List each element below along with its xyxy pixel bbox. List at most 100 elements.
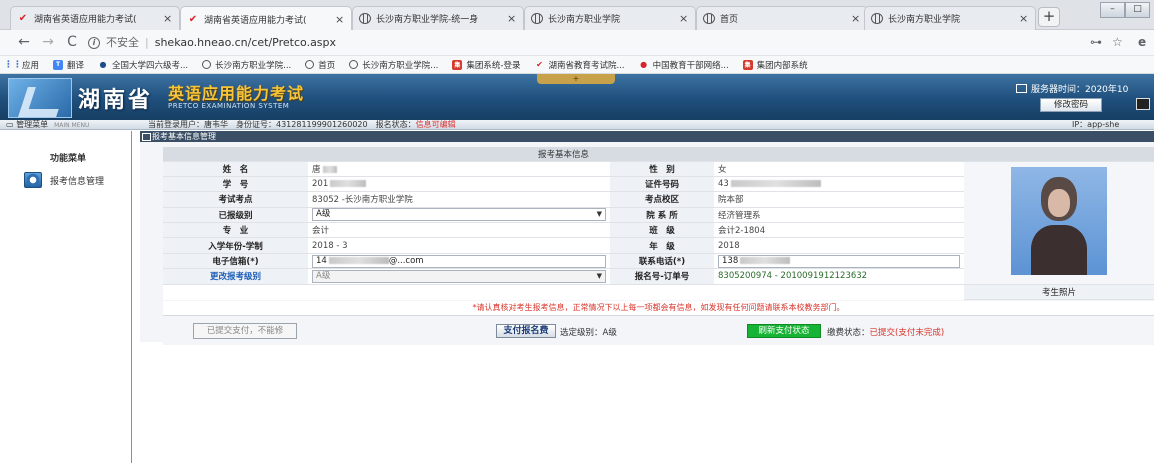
- exam-site-label: 考试考点: [163, 191, 308, 208]
- globe-icon: [359, 13, 371, 24]
- bookmark-item[interactable]: 集集团内部系统: [742, 59, 808, 71]
- current-user-info: 当前登录用户：唐韦华 身份证号：431281199901260020 报名状态：…: [148, 120, 456, 130]
- globe-icon: [871, 13, 883, 24]
- globe-icon: [531, 13, 543, 24]
- change-password-button[interactable]: 修改密码: [1040, 98, 1102, 112]
- close-icon[interactable]: ×: [679, 12, 689, 25]
- bookmark-item[interactable]: 长沙南方职业学院...: [202, 59, 291, 71]
- reload-icon[interactable]: C: [64, 34, 80, 50]
- bookmark-translate[interactable]: T 翻译: [53, 59, 84, 71]
- gender-value: 女: [714, 161, 965, 177]
- email-tail: @...com: [388, 255, 424, 266]
- close-icon[interactable]: ×: [163, 12, 173, 25]
- major-value: 会计: [308, 222, 610, 239]
- management-menu-label: ▭ 管理菜单 MAIN MENU: [6, 120, 90, 129]
- registered-level-select[interactable]: A级 ▼: [312, 208, 606, 222]
- globe-icon: [703, 13, 715, 24]
- id-no-text: 43: [718, 179, 729, 190]
- email-field[interactable]: 14 @...com: [312, 254, 606, 268]
- payment-status: 缴费状态：已提交(支付未完成): [827, 326, 944, 338]
- email-cell: 14 @...com: [308, 253, 610, 270]
- hunan-exam-favicon-icon: ✔: [188, 13, 198, 25]
- gear-icon: [24, 172, 42, 188]
- browser-tab[interactable]: 长沙南方职业学院 ×: [524, 6, 696, 30]
- info-icon[interactable]: i: [88, 37, 100, 49]
- key-icon[interactable]: ⊶: [1090, 35, 1102, 49]
- refresh-payment-status-button[interactable]: 刷新支付状态: [747, 324, 821, 338]
- bookmark-cet[interactable]: ● 全国大学四六级考...: [98, 59, 189, 71]
- close-icon[interactable]: ×: [507, 12, 517, 25]
- address-bar[interactable]: i 不安全 | shekao.hneao.cn/cet/Pretco.aspx: [88, 33, 1088, 53]
- change-level-value: A级: [316, 270, 331, 281]
- redacted-mask: [328, 256, 389, 264]
- enroll-year-value: 2018 - 3: [308, 237, 610, 254]
- group-system-icon: 集: [742, 59, 753, 70]
- payment-status-value: 已提交(支付未完成): [869, 328, 945, 338]
- extension-icon[interactable]: e: [1138, 35, 1146, 49]
- banner-toggle-handle[interactable]: +: [537, 74, 615, 84]
- payment-actions: 已提交支付，不能修 支付报名费 选定级别：A级 刷新支付状态 缴费状态：已提交(…: [163, 315, 1154, 345]
- apps-grid-icon: ⋮⋮: [4, 59, 22, 70]
- change-level-label: 更改报考级别: [163, 268, 308, 285]
- bookmark-label: 全国大学四六级考...: [112, 60, 189, 71]
- registration-status: 信息可编辑: [415, 120, 456, 129]
- province-title: 湖南省: [78, 88, 154, 113]
- selected-level-text: 选定级别：A级: [560, 328, 617, 338]
- student-no-value: 201: [308, 176, 610, 193]
- student-photo: [1011, 167, 1108, 276]
- server-time: 服务器时间：2020年10: [1016, 82, 1128, 95]
- bookmark-label: 集团系统-登录: [466, 60, 521, 71]
- close-icon[interactable]: ×: [851, 12, 861, 25]
- tab-title: 湖南省英语应用能力考试(: [204, 15, 307, 26]
- close-icon[interactable]: ×: [335, 13, 345, 26]
- pay-fee-button[interactable]: 支付报名费: [496, 324, 556, 338]
- bookmark-label: 应用: [22, 60, 40, 71]
- menu-item-registration[interactable]: 报考信息管理: [24, 172, 104, 188]
- student-no-text: 201: [312, 179, 329, 190]
- phone-label: 联系电话(*): [610, 253, 714, 270]
- registered-level-cell: A级 ▼: [308, 207, 610, 224]
- maximize-icon[interactable]: □: [1125, 2, 1150, 18]
- bookmark-item[interactable]: 首页: [305, 59, 335, 71]
- grade-value: 2018: [714, 237, 965, 254]
- bookmark-label: 湖南省教育考试院...: [548, 60, 625, 71]
- tab-title: 湖南省英语应用能力考试(: [34, 15, 137, 25]
- close-icon[interactable]: ×: [1019, 12, 1029, 25]
- major-label: 专 业: [163, 222, 308, 239]
- new-tab-plus-icon[interactable]: +: [1038, 7, 1060, 27]
- hunan-exam-favicon-icon: ✔: [18, 13, 28, 24]
- registered-level-label: 已报级别: [163, 207, 308, 224]
- submitted-payment-button[interactable]: 已提交支付，不能修: [193, 323, 297, 339]
- bookmark-item[interactable]: 集集团系统-登录: [452, 59, 520, 71]
- back-arrow-icon[interactable]: ←: [16, 34, 32, 50]
- bookmark-label: 首页: [318, 60, 336, 71]
- campus-label: 考点校区: [610, 191, 714, 208]
- hunan-exam-favicon-icon: ✔: [536, 60, 543, 69]
- menu-label: 管理菜单: [16, 120, 49, 129]
- forward-arrow-icon[interactable]: →: [40, 34, 56, 50]
- campus-value: 院本部: [714, 191, 965, 208]
- order-no-label: 报名号-订单号: [610, 268, 714, 285]
- monitor-icon[interactable]: [1136, 98, 1150, 110]
- globe-icon: [202, 60, 212, 69]
- bookmark-item[interactable]: 长沙南方职业学院...: [349, 59, 438, 71]
- change-level-select[interactable]: A级 ▼: [312, 269, 606, 283]
- browser-tab[interactable]: 长沙南方职业学院-统一身 ×: [352, 6, 524, 30]
- bookmark-item[interactable]: ● 中国教育干部网络...: [639, 59, 729, 71]
- table-title: 报考基本信息: [163, 147, 965, 162]
- bookmark-label: 长沙南方职业学院...: [362, 60, 439, 71]
- student-no-label: 学 号: [163, 176, 308, 193]
- phone-field[interactable]: 138: [718, 254, 961, 268]
- bookmark-item[interactable]: ✔ 湖南省教育考试院...: [534, 59, 624, 71]
- star-icon[interactable]: ☆: [1112, 35, 1123, 49]
- minimize-icon[interactable]: –: [1100, 2, 1125, 18]
- bookmark-apps[interactable]: ⋮⋮ 应用: [4, 59, 40, 71]
- browser-tab[interactable]: 长沙南方职业学院 ×: [864, 6, 1036, 30]
- browser-tab-active[interactable]: ✔ 湖南省英语应用能力考试( ×: [180, 6, 352, 31]
- tab-title: 长沙南方职业学院: [548, 15, 621, 25]
- redacted-mask: [322, 165, 337, 173]
- browser-tab[interactable]: ✔ 湖南省英语应用能力考试( ×: [10, 6, 180, 30]
- department-value: 经济管理系: [714, 207, 965, 224]
- browser-tab[interactable]: 首页 ×: [696, 6, 868, 30]
- tab-title: 长沙南方职业学院: [888, 15, 961, 25]
